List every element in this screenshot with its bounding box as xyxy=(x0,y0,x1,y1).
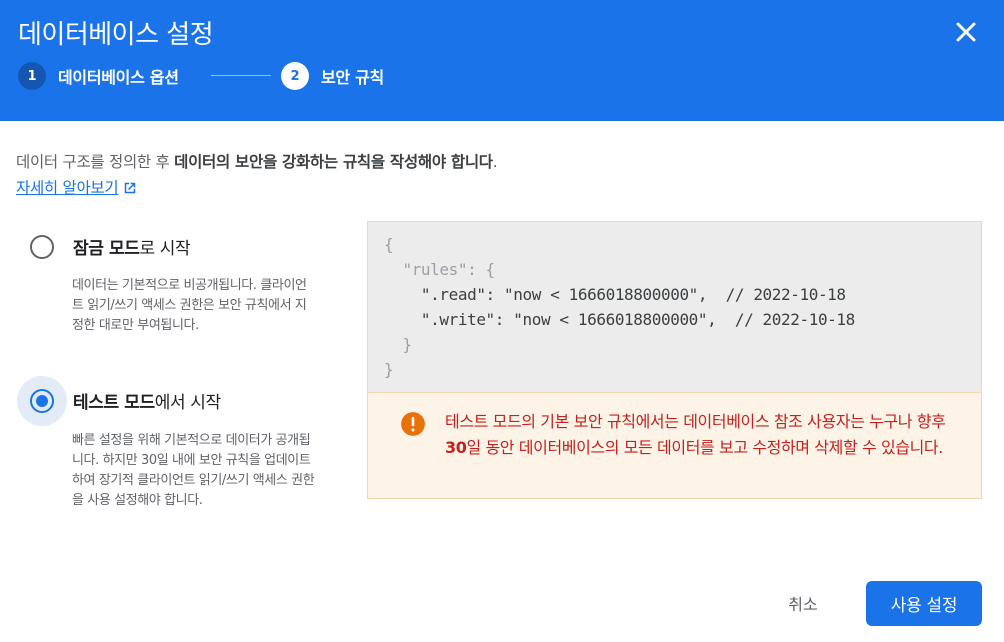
option-title-rest: 로 시작 xyxy=(139,239,191,259)
error-icon xyxy=(401,412,425,436)
code-line: } xyxy=(384,360,394,379)
intro-bold: 데이터의 보안을 강화하는 규칙을 작성해야 합니다 xyxy=(174,153,493,171)
step-number: 2 xyxy=(281,62,309,90)
stepper: 1 데이터베이스 옵션 2 보안 규칙 xyxy=(18,61,438,91)
radio-locked[interactable] xyxy=(30,235,54,259)
warning-text: 테스트 모드의 기본 보안 규칙에서는 데이터베이스 참조 사용자는 누구나 향… xyxy=(445,409,965,461)
warning-suffix: 일 동안 데이터베이스의 모든 데이터를 보고 수정하며 삭제할 수 있습니다. xyxy=(466,438,943,457)
cancel-button[interactable]: 취소 xyxy=(770,583,836,623)
warning-banner: 테스트 모드의 기본 보안 규칙에서는 데이터베이스 참조 사용자는 누구나 향… xyxy=(367,392,982,499)
open-in-new-icon xyxy=(125,182,136,194)
radio-locked-wrap[interactable] xyxy=(17,222,67,272)
intro-prefix: 데이터 구조를 정의한 후 xyxy=(16,153,175,171)
dialog-header: 데이터베이스 설정 1 데이터베이스 옵션 2 보안 규칙 xyxy=(0,0,1004,121)
dialog-title: 데이터베이스 설정 xyxy=(18,20,214,50)
intro-suffix: . xyxy=(492,153,498,171)
option-title-rest: 에서 시작 xyxy=(154,393,221,413)
option-title-bold: 잠금 모드 xyxy=(73,239,140,259)
enable-button[interactable]: 사용 설정 xyxy=(866,581,982,626)
close-icon xyxy=(956,22,976,42)
warning-prefix: 테스트 모드의 기본 보안 규칙에서는 데이터베이스 참조 사용자는 누구나 향… xyxy=(445,412,946,431)
learn-more-label: 자세히 알아보기 xyxy=(16,179,119,197)
step-security-rules[interactable]: 2 보안 규칙 xyxy=(281,61,384,91)
step-connector xyxy=(211,75,271,76)
option-description: 빠른 설정을 위해 기본적으로 데이터가 공개됩니다. 하지만 30일 내에 보… xyxy=(72,433,315,508)
code-line: "rules": { xyxy=(384,260,495,279)
warning-days: 30 xyxy=(445,438,467,457)
step-label: 데이터베이스 옵션 xyxy=(58,68,179,87)
radio-test[interactable] xyxy=(30,389,54,413)
option-title-bold: 테스트 모드 xyxy=(73,393,155,413)
intro-text: 데이터 구조를 정의한 후 데이터의 보안을 강화하는 규칙을 작성해야 합니다… xyxy=(16,150,498,172)
step-label: 보안 규칙 xyxy=(321,68,384,87)
step-database-options[interactable]: 1 데이터베이스 옵션 xyxy=(18,61,179,91)
rules-code-preview: { "rules": { ".read": "now < 16660188000… xyxy=(367,221,982,393)
learn-more-link[interactable]: 자세히 알아보기 xyxy=(16,176,139,198)
option-description: 데이터는 기본적으로 비공개됩니다. 클라이언트 읽기/쓰기 액세스 권한은 보… xyxy=(72,278,307,333)
step-number: 1 xyxy=(18,62,46,90)
radio-test-wrap[interactable] xyxy=(17,376,67,426)
close-button[interactable] xyxy=(950,16,982,48)
code-line-read: ".read": "now < 1666018800000", // 2022-… xyxy=(384,285,846,304)
code-line-write: ".write": "now < 1666018800000", // 2022… xyxy=(384,310,855,329)
code-line: } xyxy=(384,335,412,354)
code-line: { xyxy=(384,235,394,254)
option-title: 테스트 모드에서 시작 xyxy=(73,388,221,413)
option-title: 잠금 모드로 시작 xyxy=(73,234,191,259)
